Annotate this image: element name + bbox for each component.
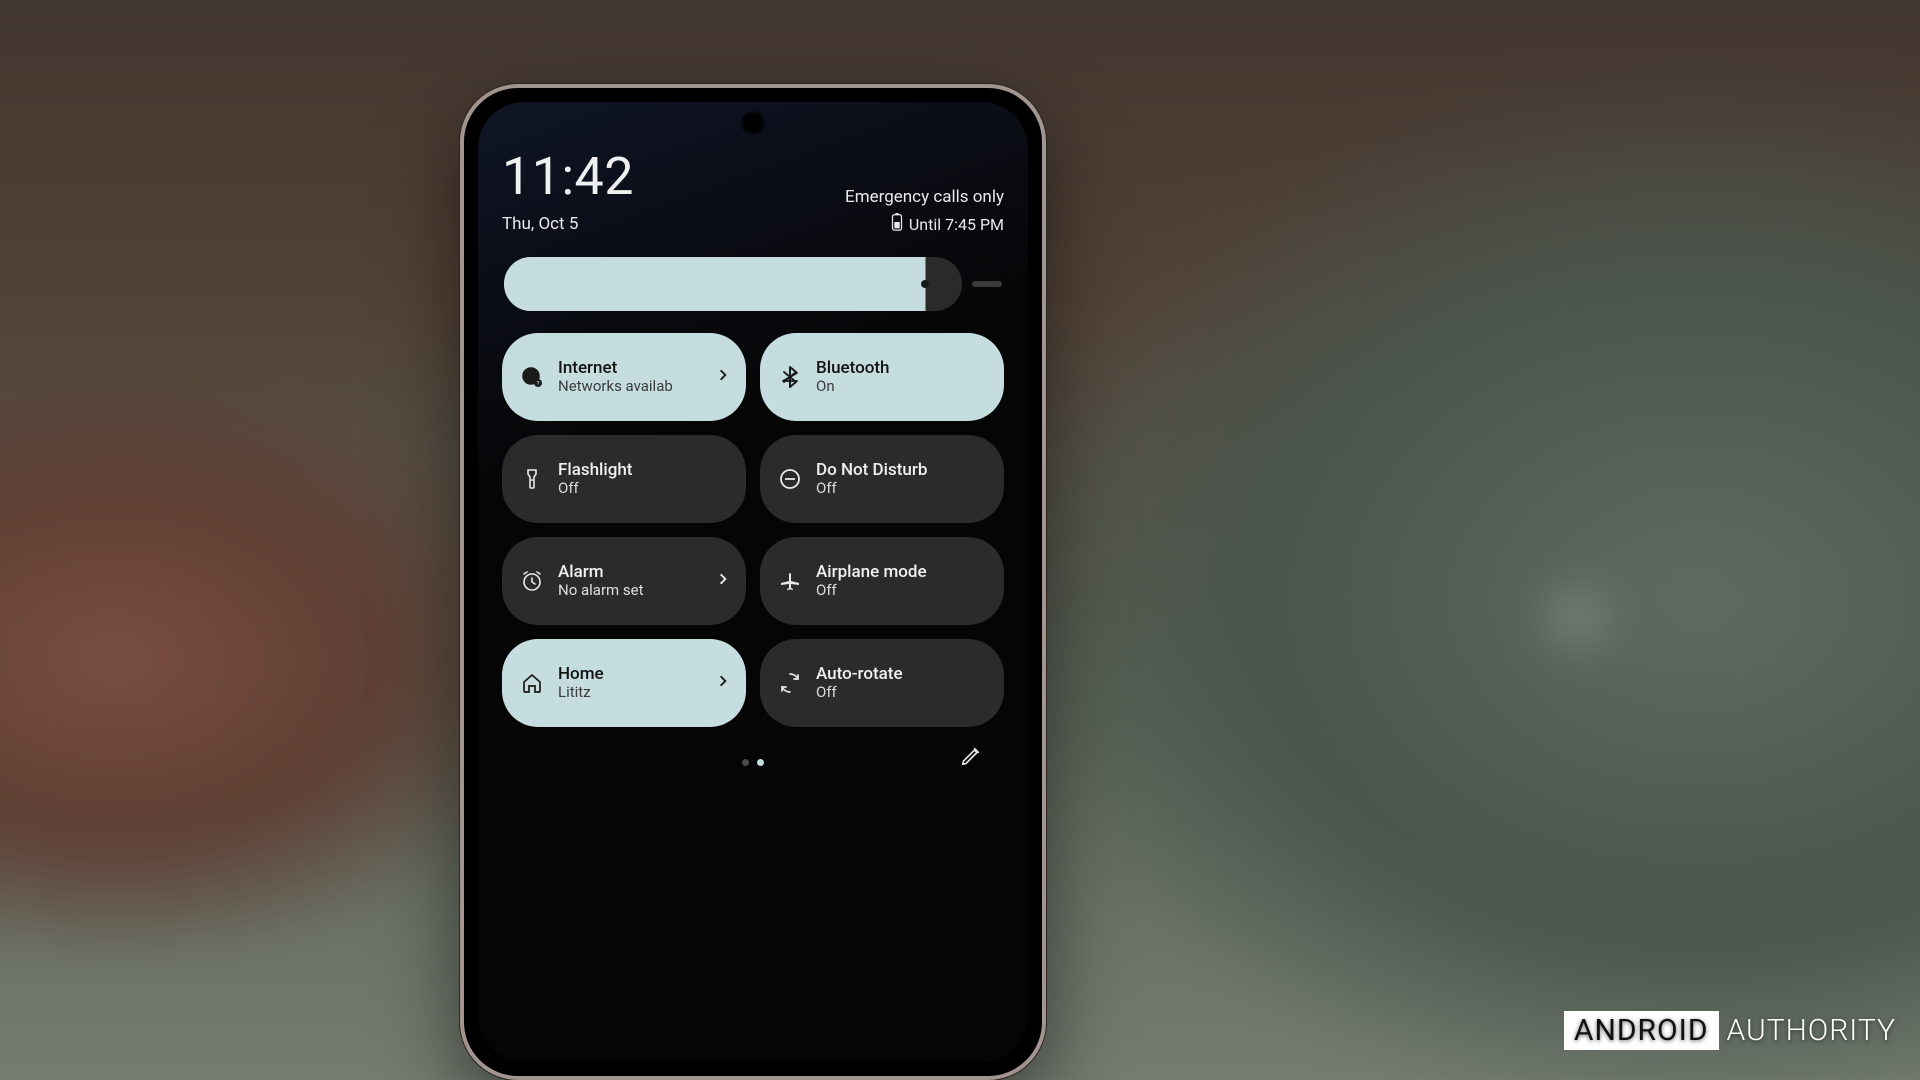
qs-tile-sub: Off: [816, 684, 990, 701]
globe-question-icon: ?: [520, 365, 544, 389]
page-dot-active: [757, 759, 764, 766]
brightness-fill: [504, 257, 925, 311]
phone-screen: 11:42 Emergency calls only Thu, Oct 5 Un…: [478, 102, 1028, 1062]
qs-tile-label: Home: [558, 665, 702, 685]
qs-tile-sub: On: [816, 378, 990, 395]
qs-tile-flashlight[interactable]: Flashlight Off: [502, 435, 746, 523]
svg-text:?: ?: [537, 381, 540, 388]
chevron-right-icon: [716, 367, 732, 387]
qs-tile-sub: Off: [816, 480, 990, 497]
emergency-status: Emergency calls only: [845, 187, 1004, 207]
qs-tile-alarm[interactable]: Alarm No alarm set: [502, 537, 746, 625]
airplane-icon: [778, 569, 802, 593]
watermark: ANDROIDAUTHORITY: [1564, 1011, 1896, 1050]
qs-tile-sub: Off: [816, 582, 990, 599]
clock: 11:42: [502, 146, 634, 207]
brightness-slider-row: [502, 257, 1004, 311]
edit-tiles-button[interactable]: [960, 745, 982, 771]
qs-tile-autorotate[interactable]: Auto-rotate Off: [760, 639, 1004, 727]
battery-icon: [891, 213, 903, 235]
qs-tile-bluetooth[interactable]: Bluetooth On: [760, 333, 1004, 421]
qs-tile-sub: No alarm set: [558, 582, 702, 599]
qs-tile-sub: Lititz: [558, 684, 702, 701]
status-row-2: Thu, Oct 5 Until 7:45 PM: [502, 213, 1004, 235]
qs-tile-label: Alarm: [558, 563, 702, 583]
home-icon: [520, 671, 544, 695]
qs-tile-label: Auto-rotate: [816, 665, 990, 685]
qs-tile-label: Internet: [558, 359, 702, 379]
date: Thu, Oct 5: [502, 214, 578, 234]
qs-tile-label: Airplane mode: [816, 563, 990, 583]
chevron-right-icon: [716, 571, 732, 591]
qs-tile-internet[interactable]: ? Internet Networks availab: [502, 333, 746, 421]
camera-hole: [744, 114, 762, 132]
qs-tile-grid: ? Internet Networks availab Bluetooth On: [502, 333, 1004, 727]
watermark-rest: AUTHORITY: [1727, 1013, 1896, 1048]
phone-frame: 11:42 Emergency calls only Thu, Oct 5 Un…: [460, 84, 1046, 1080]
qs-tile-label: Bluetooth: [816, 359, 990, 379]
qs-tile-label: Flashlight: [558, 461, 732, 481]
status-row-1: 11:42 Emergency calls only: [502, 146, 1004, 207]
brightness-slider[interactable]: [504, 257, 962, 311]
quick-settings-shade: 11:42 Emergency calls only Thu, Oct 5 Un…: [478, 102, 1028, 777]
qs-tile-sub: Networks availab: [558, 378, 702, 395]
flashlight-icon: [520, 467, 544, 491]
chevron-right-icon: [716, 673, 732, 693]
rotate-icon: [778, 671, 802, 695]
qs-tile-airplane[interactable]: Airplane mode Off: [760, 537, 1004, 625]
brightness-icon: [910, 269, 940, 299]
bluetooth-icon: [778, 365, 802, 389]
brightness-track-remainder: [972, 281, 1002, 287]
page-dot: [742, 759, 749, 766]
qs-footer: [502, 747, 1004, 777]
alarm-icon: [520, 569, 544, 593]
battery-status[interactable]: Until 7:45 PM: [891, 213, 1004, 235]
dnd-icon: [778, 467, 802, 491]
qs-tile-label: Do Not Disturb: [816, 461, 990, 481]
page-indicator: [742, 759, 764, 766]
watermark-boxed: ANDROID: [1564, 1011, 1719, 1050]
qs-tile-sub: Off: [558, 480, 732, 497]
battery-until-text: Until 7:45 PM: [909, 215, 1004, 234]
qs-tile-dnd[interactable]: Do Not Disturb Off: [760, 435, 1004, 523]
qs-tile-home[interactable]: Home Lititz: [502, 639, 746, 727]
